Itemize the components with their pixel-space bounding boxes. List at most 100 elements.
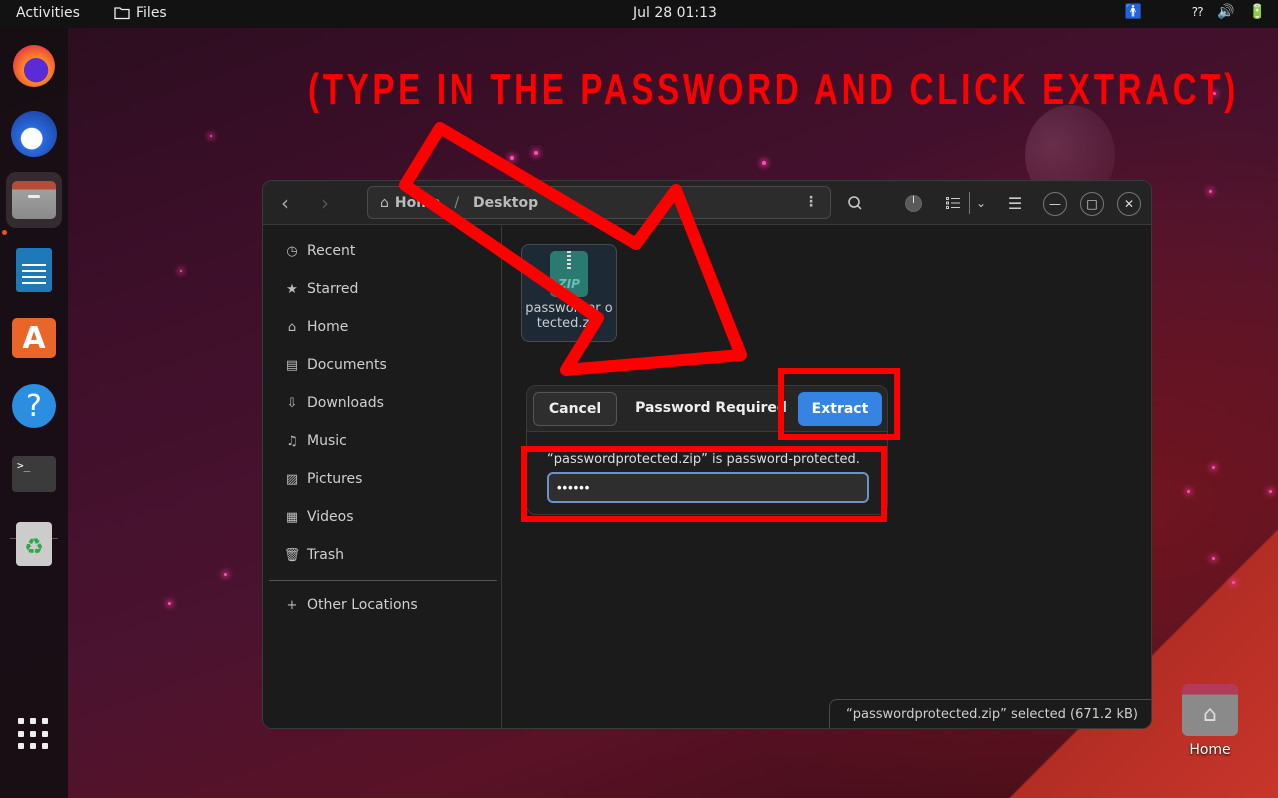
sidebar-divider	[269, 580, 497, 581]
breadcrumb-separator: /	[454, 194, 460, 211]
files-icon	[12, 181, 56, 219]
file-item-zip[interactable]: ZIP passwordpr otected.zip	[521, 244, 617, 342]
sidebar-item-documents[interactable]: ▤ Documents	[263, 346, 502, 384]
dock-help[interactable]: ?	[6, 378, 62, 434]
wallpaper-star	[534, 151, 538, 155]
close-button[interactable]: ✕	[1117, 192, 1141, 216]
dialog-title: Password Required	[635, 400, 787, 416]
dialog-header: Cancel Password Required Extract	[527, 386, 887, 432]
password-dialog: Cancel Password Required Extract “passwo…	[526, 385, 888, 515]
dock-thunderbird[interactable]	[6, 106, 62, 162]
minimize-button[interactable]: —	[1043, 192, 1067, 216]
dock-software[interactable]: A	[6, 310, 62, 366]
path-menu-icon[interactable]: ⋮	[804, 194, 818, 210]
firefox-icon	[13, 45, 55, 87]
extract-button[interactable]: Extract	[798, 392, 882, 426]
sidebar-item-home[interactable]: ⌂ Home	[263, 308, 502, 346]
view-options-chevron-icon[interactable]: ⌄	[973, 191, 989, 215]
zip-archive-icon: ZIP	[550, 251, 588, 297]
dock: A ? >_ ♻	[0, 28, 68, 798]
running-indicator	[2, 230, 7, 235]
video-icon: ▦	[285, 509, 299, 525]
top-bar: Activities Files Jul 28 01:13 🚹 ⁇ 🔊 🔋	[0, 0, 1278, 28]
view-separator	[969, 192, 970, 214]
home-icon: ⌂	[380, 194, 389, 211]
app-menu[interactable]: Files	[114, 5, 167, 21]
back-button[interactable]: ‹	[273, 191, 297, 215]
dock-trash[interactable]: ♻	[6, 516, 62, 572]
wallpaper-star	[224, 573, 227, 576]
sidebar-item-label: Recent	[307, 243, 356, 259]
clock-icon: ◷	[286, 243, 298, 259]
sidebar-item-label: Home	[307, 319, 349, 335]
desktop-home-icon[interactable]: ⌂ Home	[1178, 684, 1242, 758]
dock-files[interactable]	[6, 172, 62, 228]
sidebar-item-other-locations[interactable]: + Other Locations	[263, 586, 502, 624]
app-name: Files	[136, 5, 167, 21]
dock-firefox[interactable]	[6, 38, 62, 94]
wallpaper-star	[168, 602, 171, 605]
sidebar-item-label: Videos	[307, 509, 354, 525]
header-bar: ‹ › ⌂ Home / Desktop ⋮ ⌄ ☰ — □ ✕	[263, 181, 1151, 225]
annotation-instruction: (TYPE IN THE PASSWORD AND CLICK EXTRACT)	[308, 65, 1239, 114]
software-icon: A	[12, 318, 56, 358]
star-icon: ★	[286, 281, 298, 297]
trash-icon: 🗑	[283, 547, 301, 563]
terminal-icon: >_	[12, 456, 56, 492]
battery-charging-icon[interactable]: 🔋	[1249, 4, 1266, 20]
download-icon: ⇩	[286, 395, 298, 411]
list-view-icon[interactable]	[943, 191, 963, 215]
show-applications-icon[interactable]	[18, 718, 50, 750]
sidebar-item-trash[interactable]: 🗑 Trash	[263, 536, 502, 574]
activities-button[interactable]: Activities	[16, 5, 80, 21]
sidebar-item-starred[interactable]: ★ Starred	[263, 270, 502, 308]
password-input[interactable]	[547, 472, 869, 503]
wallpaper-star	[1232, 581, 1235, 584]
accessibility-icon[interactable]: 🚹	[1125, 4, 1142, 20]
volume-icon[interactable]: 🔊	[1217, 4, 1234, 20]
hamburger-menu-icon[interactable]: ☰	[1007, 191, 1023, 215]
plus-icon: +	[286, 597, 298, 613]
sidebar-item-label: Pictures	[307, 471, 363, 487]
wallpaper-star	[1187, 490, 1190, 493]
sidebar-item-label: Music	[307, 433, 347, 449]
wallpaper-star	[510, 156, 514, 160]
wallpaper-star	[180, 270, 182, 272]
sidebar-item-label: Starred	[307, 281, 359, 297]
sidebar-item-downloads[interactable]: ⇩ Downloads	[263, 384, 502, 422]
maximize-button[interactable]: □	[1080, 192, 1104, 216]
trash-icon: ♻	[16, 522, 52, 566]
sidebar-item-music[interactable]: ♫ Music	[263, 422, 502, 460]
wallpaper-star	[210, 135, 212, 137]
thunderbird-icon	[11, 111, 57, 157]
picture-icon: ▨	[285, 471, 299, 487]
path-bar[interactable]: ⌂ Home / Desktop ⋮	[367, 186, 831, 219]
network-unknown-icon[interactable]: ⁇	[1192, 5, 1203, 19]
forward-button[interactable]: ›	[313, 191, 337, 215]
sidebar-item-label: Trash	[307, 547, 344, 563]
document-icon: ▤	[285, 357, 299, 373]
dock-terminal[interactable]: >_	[6, 446, 62, 502]
wallpaper-star	[1209, 190, 1212, 193]
breadcrumb-home[interactable]: Home	[395, 195, 440, 211]
dialog-message: “passwordprotected.zip” is password-prot…	[547, 452, 860, 467]
sidebar-item-label: Other Locations	[307, 597, 418, 613]
wallpaper-star	[1269, 490, 1272, 493]
sidebar-item-recent[interactable]: ◷ Recent	[263, 232, 502, 270]
operations-progress-icon[interactable]	[903, 191, 923, 215]
wallpaper-star	[1212, 466, 1215, 469]
dock-writer[interactable]	[6, 242, 62, 298]
sidebar-item-label: Downloads	[307, 395, 384, 411]
cancel-button[interactable]: Cancel	[533, 392, 617, 426]
places-sidebar: ◷ Recent ★ Starred ⌂ Home ▤ Documents ⇩ Downl…	[263, 226, 502, 728]
sidebar-item-pictures[interactable]: ▨ Pictures	[263, 460, 502, 498]
selection-status: “passwordprotected.zip” selected (671.2 …	[829, 699, 1151, 728]
clock[interactable]: Jul 28 01:13	[633, 5, 717, 21]
system-tray[interactable]: 🚹 ⁇ 🔊 🔋	[1125, 4, 1266, 20]
search-icon[interactable]	[845, 191, 865, 215]
breadcrumb-desktop[interactable]: Desktop	[473, 195, 538, 211]
sidebar-item-videos[interactable]: ▦ Videos	[263, 498, 502, 536]
file-name: passwordpr otected.zip	[525, 301, 613, 331]
home-folder-icon: ⌂	[1182, 684, 1238, 736]
home-icon: ⌂	[287, 319, 297, 335]
